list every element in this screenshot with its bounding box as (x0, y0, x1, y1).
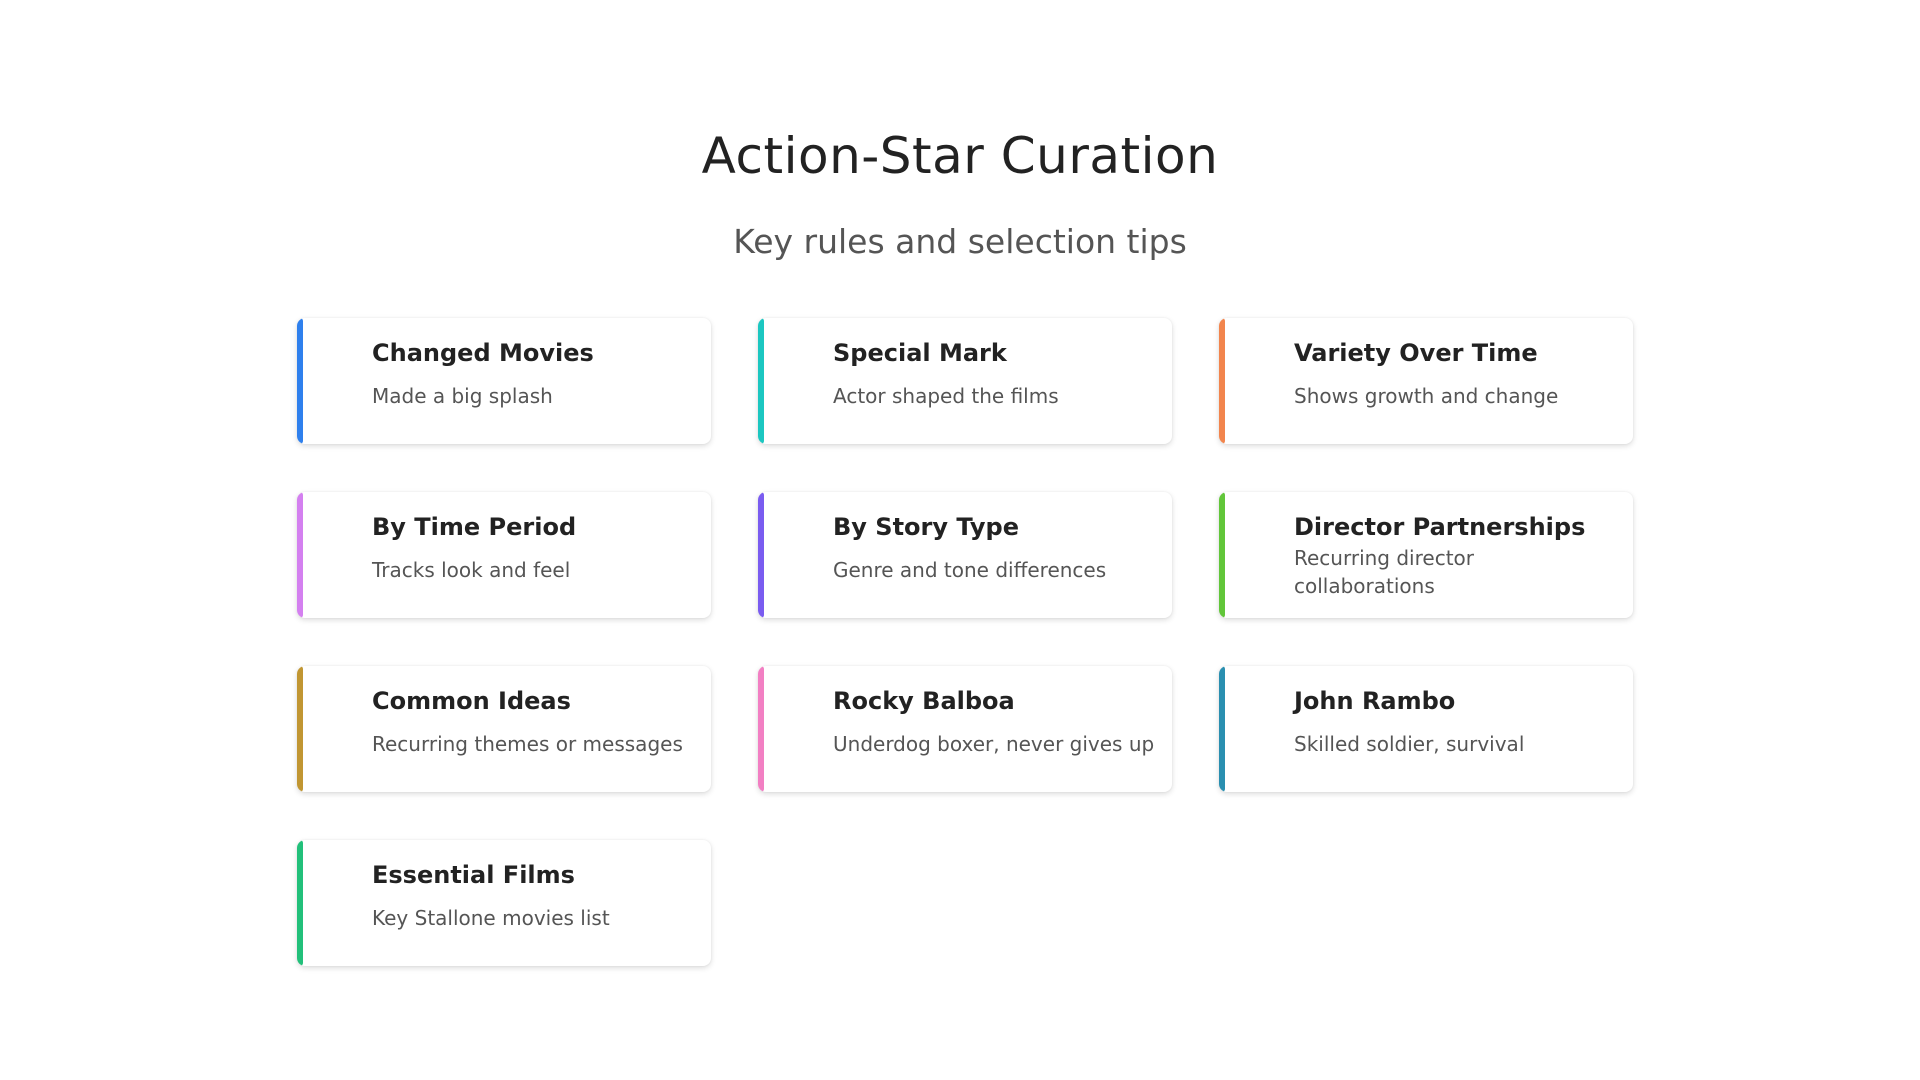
card-essential-films: Essential Films Key Stallone movies list (297, 840, 711, 966)
accent-bar (297, 318, 303, 444)
card-title: Rocky Balboa (833, 687, 1015, 715)
page: Action-Star Curation Key rules and selec… (0, 0, 1920, 1080)
card-common-ideas: Common Ideas Recurring themes or message… (297, 666, 711, 792)
card-description: Underdog boxer, never gives up (833, 732, 1155, 756)
card-special-mark: Special Mark Actor shaped the films (758, 318, 1172, 444)
card-by-time-period: By Time Period Tracks look and feel (297, 492, 711, 618)
card-variety-over-time: Variety Over Time Shows growth and chang… (1219, 318, 1633, 444)
card-title: Changed Movies (372, 339, 594, 367)
card-title: Variety Over Time (1294, 339, 1538, 367)
card-title: By Story Type (833, 513, 1019, 541)
page-title: Action-Star Curation (701, 127, 1219, 185)
accent-bar (297, 492, 303, 618)
card-description: Actor shaped the films (833, 384, 1059, 408)
accent-bar (297, 666, 303, 792)
card-description: Recurring director collaborations (1294, 546, 1474, 598)
card-title: Director Partnerships (1294, 513, 1586, 541)
card-changed-movies: Changed Movies Made a big splash (297, 318, 711, 444)
accent-bar (758, 492, 764, 618)
accent-bar (758, 666, 764, 792)
card-john-rambo: John Rambo Skilled soldier, survival (1219, 666, 1633, 792)
accent-bar (1219, 318, 1225, 444)
card-by-story-type: By Story Type Genre and tone differences (758, 492, 1172, 618)
accent-bar (297, 840, 303, 966)
page-subtitle: Key rules and selection tips (733, 222, 1187, 261)
card-description: Key Stallone movies list (372, 906, 610, 930)
accent-bar (1219, 666, 1225, 792)
card-description: Shows growth and change (1294, 384, 1559, 408)
card-description: Skilled soldier, survival (1294, 732, 1525, 756)
card-director-partnerships: Director Partnerships Recurring director… (1219, 492, 1633, 618)
card-title: Special Mark (833, 339, 1007, 367)
accent-bar (1219, 492, 1225, 618)
card-description: Made a big splash (372, 384, 553, 408)
card-title: John Rambo (1294, 687, 1456, 715)
card-title: Essential Films (372, 861, 575, 889)
card-rocky-balboa: Rocky Balboa Underdog boxer, never gives… (758, 666, 1172, 792)
card-title: Common Ideas (372, 687, 571, 715)
accent-bar (758, 318, 764, 444)
card-grid: Changed Movies Made a big splash Special… (297, 318, 1633, 966)
card-description: Tracks look and feel (372, 558, 571, 582)
card-description: Genre and tone differences (833, 558, 1107, 582)
card-description: Recurring themes or messages (372, 732, 683, 756)
card-title: By Time Period (372, 513, 577, 541)
